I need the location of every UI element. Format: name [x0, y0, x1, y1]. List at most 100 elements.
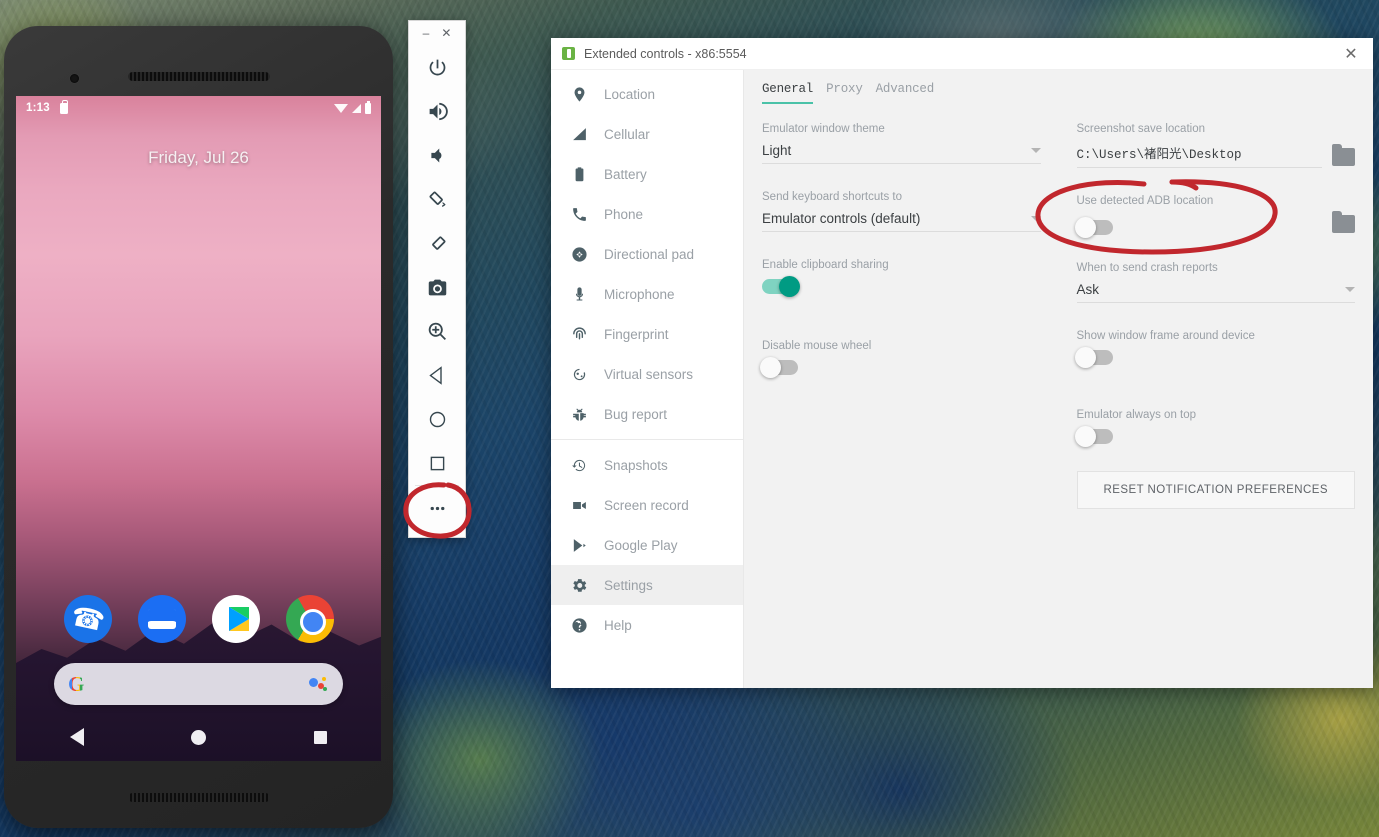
- path-value: C:\Users\褚阳光\Desktop: [1076, 148, 1242, 162]
- field-label: Show window frame around device: [1076, 330, 1255, 342]
- google-search-bar[interactable]: G: [54, 663, 343, 705]
- settings-right-column: Screenshot save location C:\Users\褚阳光\De…: [1074, 123, 1356, 509]
- send-keyboard-shortcuts-select[interactable]: Emulator controls (default): [762, 211, 1041, 232]
- volume-up-button[interactable]: [408, 89, 466, 133]
- toolbar-close-button[interactable]: ✕: [441, 27, 451, 39]
- volume-down-icon: [430, 148, 441, 162]
- circle-home-icon: [429, 411, 445, 427]
- reset-notification-preferences-button[interactable]: RESET NOTIFICATION PREFERENCES: [1076, 471, 1355, 509]
- sidebar-divider: [551, 439, 743, 440]
- cellular-signal-icon: [570, 125, 588, 143]
- emulator-always-on-top-toggle[interactable]: [1074, 426, 1113, 447]
- app-dock: [16, 595, 381, 643]
- google-logo-icon: G: [68, 671, 85, 696]
- sidebar-item-phone[interactable]: Phone: [551, 194, 743, 234]
- square-overview-icon: [430, 456, 444, 470]
- phone-handset-icon: [570, 205, 588, 223]
- sidebar-item-battery[interactable]: Battery: [551, 154, 743, 194]
- device-front-camera: [70, 74, 79, 83]
- android-status-bar: 1:13: [16, 96, 381, 120]
- field-label: Screenshot save location: [1076, 123, 1206, 135]
- gear-icon: [570, 576, 588, 594]
- rotate-right-button[interactable]: [408, 221, 466, 265]
- screenshot-save-location-input[interactable]: C:\Users\褚阳光\Desktop: [1076, 143, 1322, 168]
- window-title: Extended controls - x86:5554: [584, 46, 747, 61]
- virtual-sensors-icon: [570, 365, 588, 383]
- sidebar-item-google-play[interactable]: Google Play: [551, 525, 743, 565]
- emulator-side-toolbar: – ✕: [408, 20, 466, 538]
- field-show-window-frame-around-device: Show window frame around device: [1074, 330, 1356, 368]
- triangle-back-icon: [428, 365, 442, 385]
- chrome-app-icon[interactable]: [285, 595, 334, 643]
- sidebar-item-virtual-sensors[interactable]: Virtual sensors: [551, 354, 743, 394]
- sidebar-item-settings[interactable]: Settings: [551, 565, 743, 605]
- field-label: Use detected ADB location: [1076, 195, 1214, 207]
- field-label: Emulator always on top: [1076, 409, 1197, 421]
- battery-icon: [570, 165, 588, 183]
- battery-icon: [365, 100, 371, 114]
- field-use-detected-adb-location: Use detected ADB location: [1074, 195, 1355, 238]
- toolbar-minimize-button[interactable]: –: [423, 27, 430, 39]
- location-pin-icon: [570, 85, 588, 103]
- tab-advanced[interactable]: Advanced: [876, 82, 935, 104]
- volume-down-button[interactable]: [408, 133, 466, 177]
- nav-recents-button[interactable]: [314, 730, 328, 744]
- sidebar-item-location[interactable]: Location: [551, 74, 743, 114]
- device-earpiece-speaker: [128, 72, 270, 81]
- crash-reports-select[interactable]: Ask: [1076, 282, 1355, 303]
- device-bottom-speaker: [128, 793, 270, 802]
- field-enable-clipboard-sharing: Enable clipboard sharing: [762, 259, 1041, 297]
- folder-icon[interactable]: [1332, 144, 1355, 166]
- show-window-frame-toggle[interactable]: [1074, 347, 1113, 368]
- android-navigation-bar: [16, 713, 381, 761]
- microphone-icon: [570, 285, 588, 303]
- emulator-device-frame: 1:13 Friday, Jul 26 G: [4, 26, 393, 828]
- emulator-device-screen[interactable]: 1:13 Friday, Jul 26 G: [16, 96, 381, 761]
- use-detected-adb-location-toggle[interactable]: [1074, 217, 1113, 238]
- chevron-down-icon: [1030, 148, 1041, 153]
- zoom-button[interactable]: [408, 309, 466, 353]
- settings-left-column: Emulator window theme Light Send keyboar…: [760, 123, 1041, 509]
- video-camera-icon: [570, 496, 588, 514]
- rotate-left-icon: [429, 191, 446, 207]
- settings-tab-bar: General Proxy Advanced: [762, 82, 1355, 104]
- rotate-left-button[interactable]: [408, 177, 466, 221]
- disable-mouse-wheel-toggle[interactable]: [760, 357, 798, 378]
- sidebar-item-fingerprint[interactable]: Fingerprint: [551, 314, 743, 354]
- window-title-bar: Extended controls - x86:5554 ✕: [551, 38, 1373, 70]
- screenshot-button[interactable]: [408, 265, 466, 309]
- more-button[interactable]: [408, 486, 466, 530]
- sidebar-item-label: Location: [604, 86, 656, 102]
- sidebar-item-screen-record[interactable]: Screen record: [551, 485, 743, 525]
- field-label: Emulator window theme: [762, 123, 885, 135]
- messages-app-icon[interactable]: [137, 595, 186, 643]
- sidebar-item-label: Help: [604, 617, 632, 633]
- overview-button[interactable]: [408, 441, 466, 485]
- nav-back-button[interactable]: [69, 728, 84, 746]
- sidebar-item-bug-report[interactable]: Bug report: [551, 394, 743, 434]
- sidebar-item-cellular[interactable]: Cellular: [551, 114, 743, 154]
- lock-icon: [59, 99, 68, 114]
- home-screen-date: Friday, Jul 26: [148, 148, 249, 167]
- back-button[interactable]: [408, 353, 466, 397]
- close-icon[interactable]: ✕: [1329, 38, 1373, 70]
- field-screenshot-save-location: Screenshot save location C:\Users\褚阳光\De…: [1076, 123, 1355, 168]
- sidebar-item-snapshots[interactable]: Snapshots: [551, 445, 743, 485]
- power-icon: [429, 59, 445, 75]
- tab-proxy[interactable]: Proxy: [826, 82, 863, 104]
- folder-icon[interactable]: [1332, 211, 1355, 233]
- play-store-app-icon[interactable]: [211, 595, 260, 643]
- sidebar-item-directional-pad[interactable]: Directional pad: [551, 234, 743, 274]
- home-button[interactable]: [408, 397, 466, 441]
- signal-icon: [352, 103, 361, 113]
- sidebar-item-microphone[interactable]: Microphone: [551, 274, 743, 314]
- tab-general[interactable]: General: [762, 82, 813, 104]
- phone-app-icon[interactable]: [63, 595, 112, 643]
- nav-home-button[interactable]: [191, 729, 207, 745]
- sidebar-item-help[interactable]: Help: [551, 605, 743, 645]
- google-assistant-icon[interactable]: [309, 676, 329, 692]
- enable-clipboard-sharing-toggle[interactable]: [762, 276, 800, 297]
- sidebar-item-label: Google Play: [604, 537, 678, 553]
- power-button[interactable]: [408, 45, 466, 89]
- emulator-window-theme-select[interactable]: Light: [762, 143, 1041, 164]
